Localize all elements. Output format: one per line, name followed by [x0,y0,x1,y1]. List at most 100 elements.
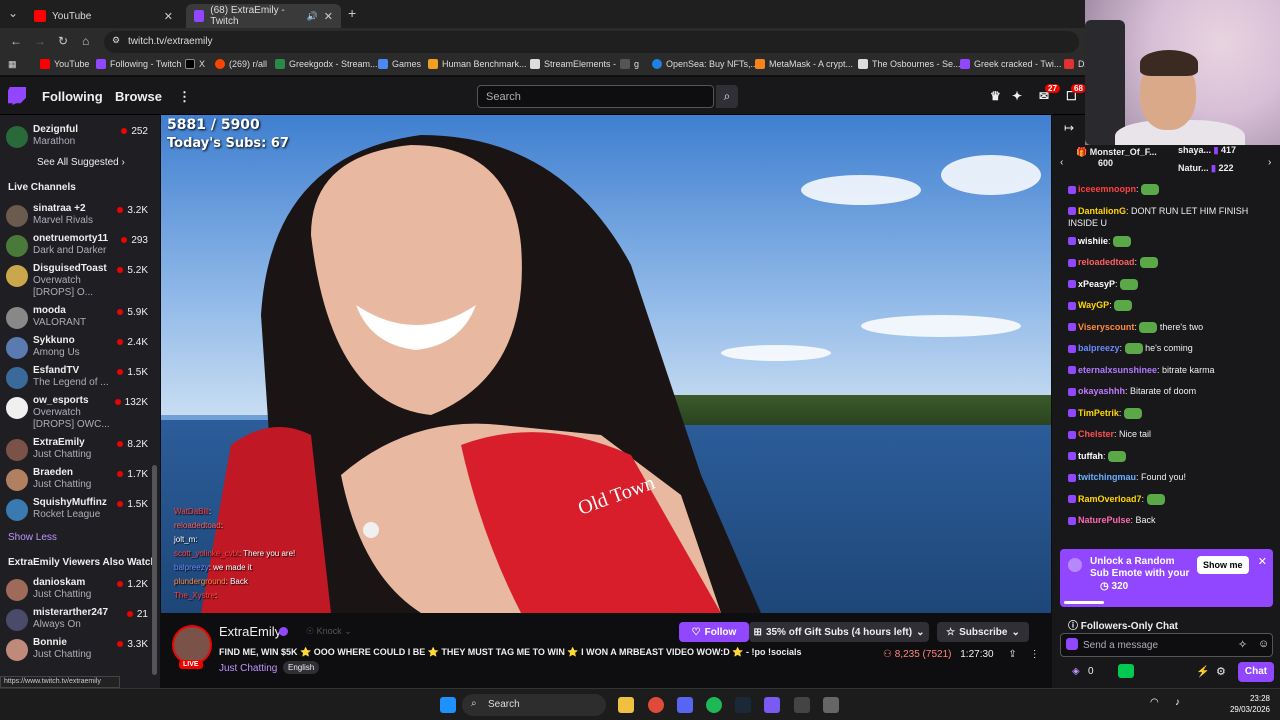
sidebar-channel[interactable]: EsfandTV The Legend of ... 1.5K [6,365,154,395]
chat-username[interactable]: iceeemnoopn [1078,184,1136,194]
more-options-icon[interactable]: ⋮ [1030,649,1040,660]
tab-twitch[interactable]: (68) ExtraEmily - Twitch 🔊 ✕ [186,4,341,28]
volume-icon[interactable]: ♪ [1175,697,1191,713]
bookmark-following-twitch[interactable]: Following - Twitch [96,59,181,69]
knock-button[interactable]: ☉ Knock ⌄ [306,626,352,637]
bookmark-streamelements[interactable]: StreamElements - [530,59,616,69]
tab-youtube[interactable]: YouTube ✕ [26,4,181,28]
chat-username[interactable]: wishiie [1078,236,1108,246]
chevron-right-icon[interactable]: › [1268,157,1271,168]
bookmark-osbournes[interactable]: The Osbournes - Se... [858,59,961,69]
sub-badge-icon[interactable] [1066,638,1078,650]
home-icon[interactable]: ⌂ [82,34,89,48]
chrome-icon[interactable] [648,697,664,713]
wifi-icon[interactable]: ◠ [1150,697,1166,713]
bookmark-g[interactable]: g [620,59,639,69]
channel-avatar[interactable] [172,625,212,665]
chat-username[interactable]: TimPetrik [1078,408,1119,418]
sidebar-channel[interactable]: ow_esports Overwatch 132K [DROPS] OWC... [6,395,154,437]
twitch-logo-icon[interactable] [8,87,26,105]
channel-name[interactable]: ExtraEmily [219,624,281,639]
sidebar-channel[interactable]: SquishyMuffinz Rocket League 1.5K [6,497,154,527]
channel-points-icon[interactable]: ◈ [1072,666,1080,677]
bookmark-x[interactable]: X [185,59,205,69]
gift-subs-button[interactable]: ⊞ 35% off Gift Subs (4 hours left) ⌄ [749,622,929,642]
search-icon[interactable]: ⌕ [716,85,738,108]
category-link[interactable]: Just Chatting [219,663,277,674]
sidebar-scrollbar[interactable] [152,465,157,675]
apps-icon[interactable]: ▦ [8,59,17,70]
settings-gear-icon[interactable]: ⚙ [1216,665,1226,678]
chat-username[interactable]: RamOverload7 [1078,494,1142,504]
video-player[interactable]: Old Town 5881 / 5900 Today's Subs: 67 Wa… [161,115,1051,613]
chat-username[interactable]: Chelster [1078,429,1114,439]
windows-start-icon[interactable] [440,697,456,713]
system-clock[interactable]: 23:28 29/03/2026 [1230,693,1270,715]
sidebar-also-channel[interactable]: Bonnie Just Chatting 3.3K [6,637,154,667]
crown-icon[interactable]: ♛ [990,89,1001,103]
close-tab-icon[interactable]: ✕ [164,10,173,23]
app-icon[interactable] [764,697,780,713]
bookmark-games[interactable]: Games [378,59,421,69]
file-explorer-icon[interactable] [618,697,634,713]
chat-username[interactable]: eternalxsunshinee [1078,365,1157,375]
settings-icon[interactable] [823,697,839,713]
nav-browse[interactable]: Browse [115,89,162,104]
chat-username[interactable]: WayGP [1078,300,1109,310]
language-tag[interactable]: English [283,661,320,674]
search-input[interactable]: Search [477,85,714,108]
chevron-left-icon[interactable]: ‹ [1060,157,1063,168]
subscribe-button[interactable]: ☆ Subscribe ⌄ [937,622,1029,642]
bookmark-greekgodx[interactable]: Greekgodx - Stream... [275,59,378,69]
emote-picker-icon[interactable]: ☺ [1258,638,1269,650]
audio-icon[interactable]: 🔊 [307,11,318,22]
sidebar-also-channel[interactable]: danioskam Just Chatting 1.2K [6,577,154,607]
bookmark-metamask[interactable]: MetaMask - A crypt... [755,59,853,69]
chat-username[interactable]: reloadedtoad [1078,257,1135,267]
hype-icon[interactable]: ⚡ [1196,665,1210,678]
new-tab-icon[interactable]: + [348,5,356,21]
bookmark-reddit[interactable]: (269) r/all [215,59,267,69]
see-all-suggested-link[interactable]: See All Suggested › [37,157,125,168]
reload-icon[interactable]: ↻ [58,34,68,48]
tab-list-icon[interactable]: ⌄ [8,6,18,20]
bookmark-opensea[interactable]: OpenSea: Buy NFTs,... [652,59,758,69]
nav-following[interactable]: Following [42,89,103,104]
back-icon[interactable]: ← [10,34,22,48]
follow-button[interactable]: ♡ Follow [679,622,749,642]
show-less-link[interactable]: Show Less [8,532,57,543]
chat-username[interactable]: DantalionG [1078,206,1126,216]
sidebar-channel-dezignful[interactable]: Dezignful Marathon 252 [6,124,154,154]
chat-username[interactable]: tuffah [1078,451,1103,461]
bits-icon[interactable]: ✧ [1238,638,1247,651]
chat-username[interactable]: twitchingmau [1078,472,1136,482]
show-me-button[interactable]: Show me [1197,556,1249,574]
chat-username[interactable]: Viseryscount [1078,322,1134,332]
sidebar-channel[interactable]: onetruemorty11 Dark and Darker 293 [6,233,154,263]
chat-username[interactable]: balpreezy [1078,343,1120,353]
sidebar-channel[interactable]: DisguisedToast Overwatch 5.2K [DROPS] O..… [6,263,154,305]
sidebar-channel[interactable]: mooda VALORANT 5.9K [6,305,154,335]
sidebar-channel[interactable]: Sykkuno Among Us 2.4K [6,335,154,365]
address-bar[interactable]: ⚙ twitch.tv/extraemily [104,31,1079,53]
spotify-icon[interactable] [706,697,722,713]
sidebar-also-channel[interactable]: misterarther247 Always On 21 [6,607,154,637]
app-icon[interactable] [794,697,810,713]
forward-icon[interactable]: → [34,34,46,48]
chat-username[interactable]: okayashhh [1078,386,1125,396]
steam-icon[interactable] [735,697,751,713]
close-icon[interactable]: ✕ [1258,555,1267,568]
sidebar-channel[interactable]: Braeden Just Chatting 1.7K [6,467,154,497]
chat-username[interactable]: xPeasyP [1078,279,1115,289]
discord-icon[interactable] [677,697,693,713]
share-icon[interactable]: ⇪ [1008,649,1016,660]
bookmark-human-benchmark[interactable]: Human Benchmark... [428,59,527,69]
sidebar-channel[interactable]: sinatraa +2 Marvel Rivals 3.2K [6,203,154,233]
site-info-icon[interactable]: ⚙ [112,35,120,46]
prediction-icon[interactable] [1118,664,1134,678]
sidebar-channel[interactable]: ExtraEmily Just Chatting 8.2K [6,437,154,467]
bookmark-youtube[interactable]: YouTube [40,59,89,69]
chat-send-button[interactable]: Chat [1238,662,1274,682]
taskbar-search[interactable]: ⌕ Search [462,694,606,716]
close-tab-icon[interactable]: ✕ [324,10,333,23]
